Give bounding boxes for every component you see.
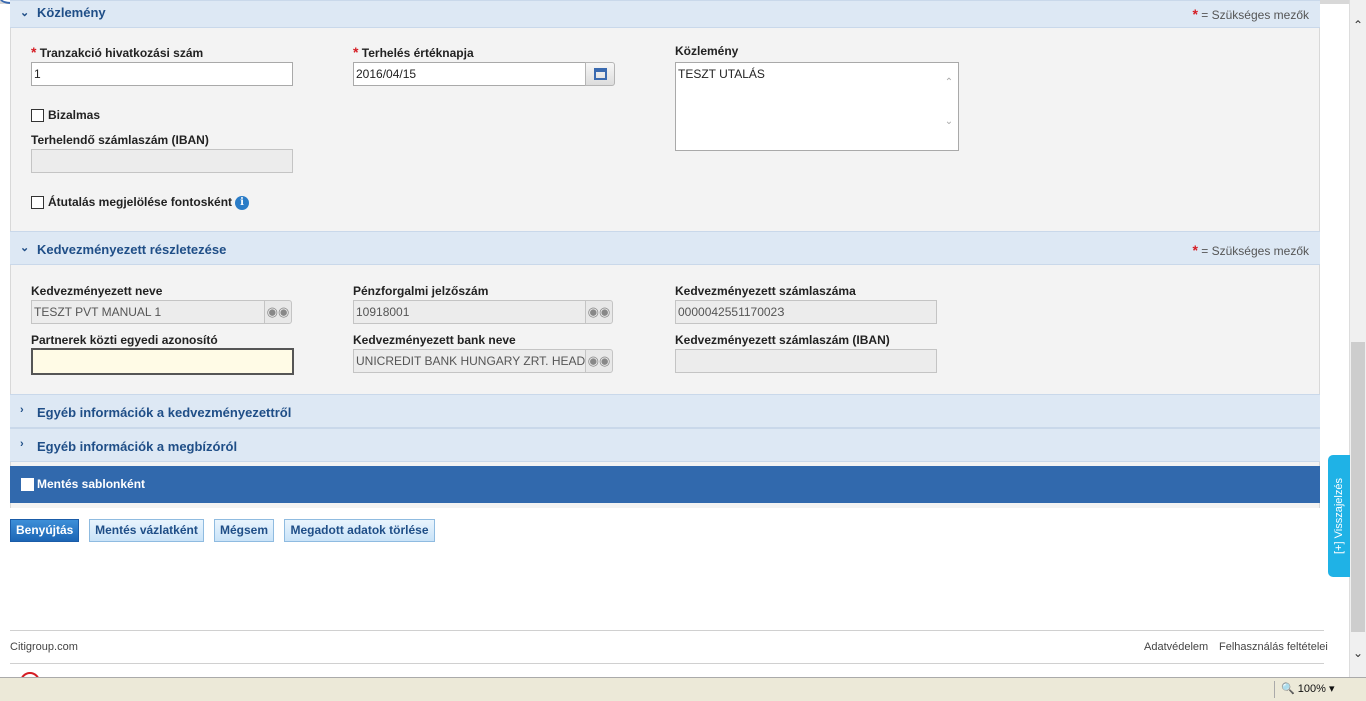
beneficiary-name-label: Kedvezményezett neve (31, 284, 163, 298)
confidential-label: Bizalmas (48, 108, 101, 122)
browser-status-bar: 🔍 100% ▾ (0, 677, 1366, 701)
ref-input[interactable]: 1 (31, 62, 293, 86)
section-header-beneficiary[interactable]: ⌄ Kedvezményezett részletezése * = Szüks… (10, 231, 1320, 265)
section-header-orderer-info[interactable]: › Egyéb információk a megbízóról (10, 428, 1320, 462)
required-star: * (31, 44, 37, 60)
scroll-down-icon: ⌄ (944, 116, 954, 127)
confidential-checkbox[interactable] (31, 109, 44, 122)
binoculars-icon[interactable]: ◉◉ (585, 349, 613, 373)
required-note: * = Szükséges mezők (1192, 242, 1309, 258)
bank-name-label: Kedvezményezett bank neve (353, 333, 516, 347)
save-template-label: Mentés sablonként (37, 477, 146, 491)
section-header-memo[interactable]: ⌄ Közlemény * = Szükséges mezők (10, 0, 1320, 28)
clearing-label: Pénzforgalmi jelzőszám (353, 284, 489, 298)
required-star: * (1192, 6, 1198, 22)
clearing-input[interactable]: 10918001 (353, 300, 586, 324)
partner-id-label: Partnerek közti egyedi azonosító (31, 333, 218, 347)
ref-label-text: Tranzakció hivatkozási szám (39, 46, 204, 60)
save-template-checkbox[interactable] (21, 478, 34, 491)
binoculars-icon[interactable]: ◉◉ (264, 300, 292, 324)
section-title: Kedvezményezett részletezése (37, 242, 227, 257)
footer-divider (10, 663, 1324, 664)
chevron-right-icon: › (20, 438, 24, 450)
zoom-value: 100% (1297, 683, 1326, 695)
page-viewport: ⌄ Közlemény * = Szükséges mezők * Tranza… (0, 0, 1349, 677)
required-star: * (1192, 242, 1198, 258)
terms-link[interactable]: Felhasználás feltételei (1219, 641, 1328, 653)
textarea-scrollbar[interactable]: ⌃ ⌄ (942, 65, 956, 148)
footer-divider (10, 630, 1324, 631)
memo-text: TESZT UTALÁS (678, 67, 765, 81)
date-input[interactable]: 2016/04/15 (353, 62, 586, 86)
date-label: * Terhelés értéknapja (353, 44, 474, 60)
chevron-down-icon: ⌄ (20, 242, 30, 254)
required-note-text: = Szükséges mezők (1201, 8, 1309, 22)
calendar-icon (594, 68, 607, 80)
zoom-control[interactable]: 🔍 100% ▾ (1274, 681, 1354, 698)
account-input[interactable]: 000004255117002З (675, 300, 937, 324)
partner-id-input[interactable] (31, 348, 294, 375)
save-template-bar: Mentés sablonként (10, 466, 1320, 503)
scroll-up-icon[interactable]: ⌃ (1353, 18, 1363, 32)
clear-data-button[interactable]: Megadott adatok törlése (284, 519, 435, 542)
memo-textarea[interactable]: TESZT UTALÁS ⌃ ⌄ (675, 62, 959, 151)
binoculars-icon[interactable]: ◉◉ (585, 300, 613, 324)
chevron-down-icon: ⌄ (20, 7, 30, 19)
calendar-button[interactable] (585, 62, 615, 86)
citigroup-link[interactable]: Citigroup.com (10, 641, 78, 653)
cancel-button[interactable]: Mégsem (214, 519, 274, 542)
required-note: * = Szükséges mezők (1192, 6, 1309, 22)
section-title: Közlemény (37, 5, 106, 20)
scroll-down-icon[interactable]: ⌄ (1353, 646, 1363, 660)
important-checkbox[interactable] (31, 196, 44, 209)
required-star: * (353, 44, 359, 60)
scrollbar-thumb[interactable] (1351, 342, 1365, 632)
section-title: Egyéb információk a megbízóról (37, 439, 238, 454)
account-label: Kedvezményezett számlaszáma (675, 284, 856, 298)
section-title: Egyéb információk a kedvezményezettről (37, 405, 292, 420)
required-note-text: = Szükséges mezők (1201, 244, 1309, 258)
feedback-tab[interactable]: [+] Visszajelzés (1328, 455, 1350, 577)
feedback-label: [+] Visszajelzés (1333, 478, 1345, 554)
submit-button[interactable]: Benyújtás (10, 519, 79, 542)
privacy-link[interactable]: Adatvédelem (1144, 641, 1208, 653)
page-scrollbar[interactable]: ⌃ ⌄ (1349, 0, 1366, 677)
iban-label: Terhelendő számlaszám (IBAN) (31, 133, 209, 147)
scroll-up-icon: ⌃ (944, 77, 954, 88)
beneficiary-name-input[interactable]: TESZT PVT MANUAL 1 (31, 300, 265, 324)
memo-label: Közlemény (675, 44, 739, 58)
iban-input[interactable] (31, 149, 293, 173)
ref-label: * Tranzakció hivatkozási szám (31, 44, 203, 60)
date-label-text: Terhelés értéknapja (361, 46, 474, 60)
info-icon[interactable]: i (235, 196, 249, 210)
beneficiary-iban-input[interactable] (675, 349, 937, 373)
bank-name-input[interactable]: UNICREDIT BANK HUNGARY ZRT. HEAD (353, 349, 586, 373)
section-header-beneficiary-info[interactable]: › Egyéb információk a kedvezményezettről (10, 394, 1320, 428)
chevron-right-icon: › (20, 404, 24, 416)
important-label: Átutalás megjelölése fontosként (48, 195, 233, 209)
save-draft-button[interactable]: Mentés vázlatként (89, 519, 204, 542)
beneficiary-iban-label: Kedvezményezett számlaszám (IBAN) (675, 333, 890, 347)
